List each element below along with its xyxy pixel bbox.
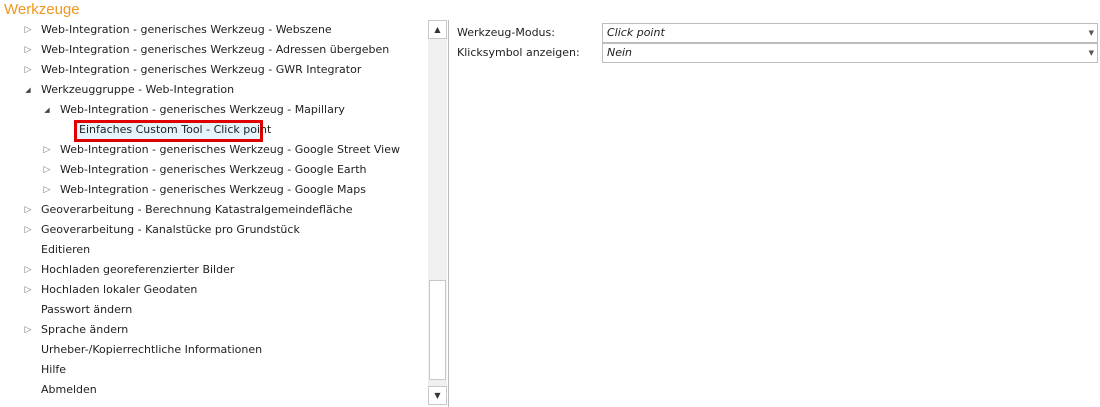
page-title: Werkzeuge xyxy=(4,1,80,18)
chevron-down-icon: ▼ xyxy=(1088,29,1094,37)
tree-item-label: Web-Integration - generisches Werkzeug -… xyxy=(41,43,390,56)
scroll-down-button[interactable]: ▼ xyxy=(428,386,447,405)
tree-item-label: Sprache ändern xyxy=(41,323,129,336)
collapsed-arrow-icon[interactable]: ▷ xyxy=(22,40,34,60)
tree-item-label: Web-Integration - generisches Werkzeug -… xyxy=(60,163,367,176)
collapsed-arrow-icon[interactable]: ▷ xyxy=(22,260,34,280)
tree-item-label: Web-Integration - generisches Werkzeug -… xyxy=(41,63,362,76)
collapsed-arrow-icon[interactable]: ▷ xyxy=(22,320,34,340)
click-symbol-label: Klicksymbol anzeigen: xyxy=(457,46,580,59)
expanded-arrow-icon[interactable]: ◢ xyxy=(41,100,53,120)
tool-mode-label: Werkzeug-Modus: xyxy=(457,26,555,39)
collapsed-arrow-icon[interactable]: ▷ xyxy=(22,60,34,80)
collapsed-arrow-icon[interactable]: ▷ xyxy=(22,200,34,220)
tree-item-label: Werkzeuggruppe - Web-Integration xyxy=(41,83,235,96)
tree-item-label: Web-Integration - generisches Werkzeug -… xyxy=(60,143,401,156)
tree-item-label: Geoverarbeitung - Kanalstücke pro Grunds… xyxy=(41,223,300,236)
collapsed-arrow-icon[interactable]: ▷ xyxy=(41,160,53,180)
tree-item-label: Web-Integration - generisches Werkzeug -… xyxy=(41,23,332,36)
scroll-up-button[interactable]: ▲ xyxy=(428,20,447,39)
tree-item-label: Abmelden xyxy=(41,383,97,396)
tool-mode-select[interactable]: Click point ▼ xyxy=(602,23,1098,43)
tree-item-label: Hochladen lokaler Geodaten xyxy=(41,283,198,296)
tree-item-label: Web-Integration - generisches Werkzeug -… xyxy=(60,103,345,116)
click-symbol-select[interactable]: Nein ▼ xyxy=(602,43,1098,63)
tree-item-label: Passwort ändern xyxy=(41,303,133,316)
tree-item-label: Einfaches Custom Tool - Click point xyxy=(79,123,272,136)
chevron-down-icon: ▼ xyxy=(1088,49,1094,57)
tree-item-label: Urheber-/Kopierrechtliche Informationen xyxy=(41,343,263,356)
collapsed-arrow-icon[interactable]: ▷ xyxy=(41,140,53,160)
tree-item-label: Hochladen georeferenzierter Bilder xyxy=(41,263,235,276)
scroll-thumb[interactable] xyxy=(429,280,446,380)
collapsed-arrow-icon[interactable]: ▷ xyxy=(41,180,53,200)
collapsed-arrow-icon[interactable]: ▷ xyxy=(22,280,34,300)
expanded-arrow-icon[interactable]: ◢ xyxy=(22,80,34,100)
tree-item-label: Editieren xyxy=(41,243,91,256)
collapsed-arrow-icon[interactable]: ▷ xyxy=(22,220,34,240)
tree-item-label: Geoverarbeitung - Berechnung Katastralge… xyxy=(41,203,353,216)
tree-item-label: Hilfe xyxy=(41,363,67,376)
panel-divider[interactable] xyxy=(448,20,449,407)
collapsed-arrow-icon[interactable]: ▷ xyxy=(22,20,34,40)
tree-item-label: Web-Integration - generisches Werkzeug -… xyxy=(60,183,366,196)
scrollbar[interactable]: ▲ ▼ xyxy=(428,20,447,405)
